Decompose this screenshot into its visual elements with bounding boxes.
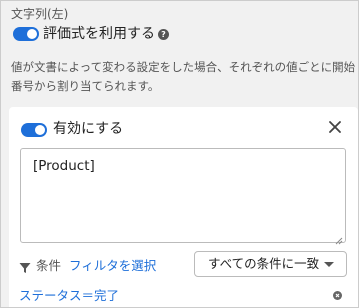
value-textarea[interactable]: [Product]: [20, 148, 346, 245]
value-text: [Product]: [33, 158, 95, 174]
select-filter-link[interactable]: フィルタを選択: [69, 257, 156, 275]
settings-panel: 文字列(左) 評価式を利用する ? 値が文書によって変わる設定をした場合、それぞ…: [0, 0, 359, 308]
match-mode-select[interactable]: すべての条件に一致: [194, 251, 347, 277]
toggle-knob: [35, 125, 45, 135]
formula-toggle-label: 評価式を利用する: [43, 26, 155, 42]
close-icon[interactable]: [326, 118, 344, 136]
enable-toggle-label: 有効にする: [53, 121, 124, 137]
filter-icon: [19, 259, 31, 273]
enable-toggle[interactable]: [21, 123, 47, 137]
condition-label: 条件: [36, 258, 62, 273]
condition-item[interactable]: ステータス＝完了: [19, 287, 119, 305]
remove-condition-icon[interactable]: [333, 291, 342, 300]
description-text: 値が文書によって変わる設定をした場合、それぞれの値ごとに開始番号から割り当てられ…: [11, 60, 356, 93]
section-label: 文字列(左): [11, 7, 69, 21]
formula-toggle[interactable]: [13, 27, 39, 41]
help-icon[interactable]: ?: [158, 29, 169, 40]
toggle-knob: [27, 29, 37, 39]
resize-grip-icon[interactable]: [335, 232, 343, 245]
chevron-down-icon: [324, 262, 334, 267]
match-mode-value: すべての条件に一致: [208, 256, 320, 271]
entry-card: 有効にする [Product] 条件 フィルタを選択 すべての条件に一致 ステー…: [9, 107, 358, 307]
